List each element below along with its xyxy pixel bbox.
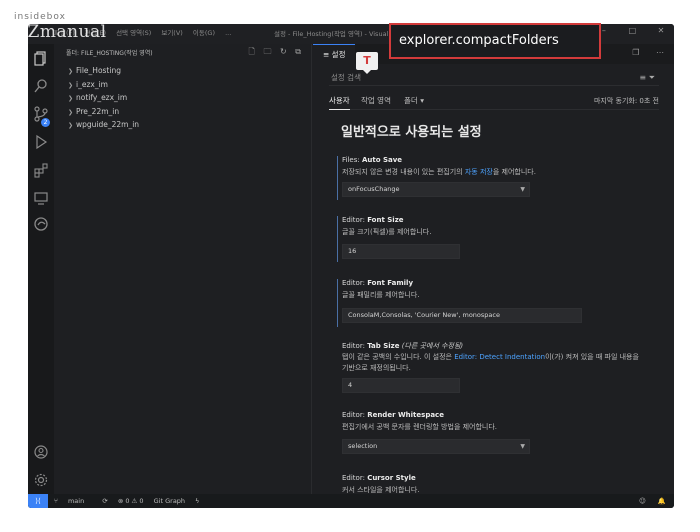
explorer-header: 폴더: FILE_HOSTING(작업 영역): [66, 50, 153, 57]
chevron-right-icon: ❯: [68, 95, 74, 102]
setting-font-family: Editor: Font Family 글꼴 패밀리를 제어합니다. Conso…: [337, 279, 657, 329]
new-folder-icon[interactable]: 🗀: [263, 47, 271, 56]
source-control-badge: 2: [41, 118, 50, 127]
chevron-right-icon: ❯: [68, 122, 74, 129]
menu-view[interactable]: 보기(V): [161, 29, 182, 37]
notifications-icon[interactable]: 🔔: [658, 497, 666, 505]
render-whitespace-select[interactable]: selection ▼: [342, 439, 530, 454]
refresh-icon[interactable]: ↻: [280, 47, 287, 56]
setting-title: Editor: Font Family: [342, 279, 414, 287]
status-left: ⑂ main ⟳ ⊗ 0 ⚠ 0 Git Graph ϟ: [54, 494, 207, 508]
tree-folder[interactable]: ❯ Pre_22m_in: [68, 105, 139, 119]
modified-elsewhere-label: (다른 곳에서 수정됨): [401, 342, 464, 350]
run-debug-icon[interactable]: [33, 134, 49, 150]
chevron-right-icon: ❯: [68, 68, 74, 75]
search-icon[interactable]: [33, 78, 49, 94]
account-icon[interactable]: [33, 444, 49, 460]
branch-status[interactable]: ⑂ main: [54, 497, 92, 505]
setting-tab-size: Editor: Tab Size (다른 곳에서 수정됨) 탭이 같은 공백의 …: [337, 341, 657, 401]
setting-auto-save: Files: Auto Save 저장되지 않은 변경 내용이 있는 편집기의 …: [337, 156, 657, 204]
settings-editor: ≡ 설정 ❐ ⋯ 설정 검색 ≡ ⏷ 사용자 작업 영역 폴더 ▾ 마지막 동기…: [313, 44, 674, 494]
explorer-icon[interactable]: [33, 50, 49, 66]
chevron-down-icon: ▾: [420, 96, 424, 105]
editor-actions: ❐ ⋯: [618, 48, 664, 57]
setting-title: Editor: Cursor Style: [342, 474, 416, 482]
tree-folder[interactable]: ❯ File_Hosting: [68, 64, 139, 78]
settings-search-input[interactable]: 설정 검색 ≡ ⏷: [329, 70, 659, 86]
filter-icon[interactable]: ⏷: [649, 73, 655, 82]
tree-folder[interactable]: ❯ notify_ezx_im: [68, 91, 139, 105]
git-graph-button[interactable]: Git Graph: [154, 497, 185, 505]
auto-save-link[interactable]: 자동 저장: [465, 168, 493, 176]
feedback-icon[interactable]: ☺: [639, 497, 646, 505]
lightning-icon[interactable]: ϟ: [195, 497, 199, 505]
tree-folder[interactable]: ❯ i_ezx_im: [68, 78, 139, 92]
menu-go[interactable]: 이동(G): [193, 29, 215, 37]
explorer-sidebar: 폴더: FILE_HOSTING(작업 영역) 🗋 🗀 ↻ ⧉ ❯ File_Ho…: [54, 44, 312, 494]
explorer-toolbar: 🗋 🗀 ↻ ⧉: [243, 46, 302, 60]
setting-font-size: Editor: Font Size 글꼴 크기(픽셀)를 제어합니다. 16: [337, 216, 657, 264]
activity-bar: 2: [28, 44, 54, 494]
close-icon[interactable]: ✕: [654, 26, 668, 35]
search-tools: ≡ ⏷: [639, 70, 655, 86]
setting-description: 저장되지 않은 변경 내용이 있는 편집기의 자동 저장을 제어합니다.: [342, 168, 536, 176]
watermark-logo: insidebox CZmanual: [14, 12, 106, 42]
setting-title: Editor: Render Whitespace: [342, 411, 444, 419]
callout-label: explorer.compactFolders: [389, 23, 601, 59]
branch-icon: ⑂: [54, 497, 60, 505]
menu-selection[interactable]: 선택 영역(S): [116, 29, 151, 37]
status-bar: ⟩⟨ ⑂ main ⟳ ⊗ 0 ⚠ 0 Git Graph ϟ ☺ 🔔: [28, 494, 674, 508]
collapse-all-icon[interactable]: ⧉: [295, 47, 301, 56]
tab-folder[interactable]: 폴더 ▾: [404, 94, 424, 110]
setting-indicator: [337, 216, 338, 262]
detect-indentation-link[interactable]: Editor: Detect Indentation: [454, 353, 545, 361]
vscode-window: 파일(F) 편집(E) 선택 영역(S) 보기(V) 이동(G) ... 설정 …: [28, 24, 674, 508]
text-input-marker: T: [356, 52, 378, 74]
tab-workspace[interactable]: 작업 영역: [361, 94, 391, 110]
tree-folder[interactable]: ❯ wpguide_22m_in: [68, 118, 139, 132]
split-editor-icon[interactable]: ❐: [632, 48, 639, 57]
maximize-icon[interactable]: □: [625, 26, 639, 35]
file-tree: ❯ File_Hosting ❯ i_ezx_im ❯ notify_ezx_im ❯…: [68, 64, 139, 132]
setting-indicator: [337, 279, 338, 327]
setting-title: Editor: Font Size: [342, 216, 404, 224]
new-file-icon[interactable]: 🗋: [249, 47, 255, 56]
watermark-top: insidebox: [14, 12, 66, 22]
setting-description: 편집기에서 공백 문자를 렌더링할 방법을 제어합니다.: [342, 423, 498, 431]
setting-description: 글꼴 패밀리를 제어합니다.: [342, 291, 420, 299]
remote-indicator-icon[interactable]: ⟩⟨: [28, 494, 48, 508]
setting-indicator: [337, 156, 338, 200]
more-actions-icon[interactable]: ⋯: [656, 48, 664, 57]
settings-scope-tabs: 사용자 작업 영역 폴더 ▾ 마지막 동기화: 0초 전: [329, 94, 659, 110]
page-title: 일반적으로 사용되는 설정: [341, 125, 482, 140]
problems-status[interactable]: ⊗ 0 ⚠ 0: [118, 497, 144, 505]
extensions-icon[interactable]: [33, 162, 49, 178]
sync-status: 마지막 동기화: 0초 전: [593, 97, 659, 105]
manage-gear-icon[interactable]: [33, 472, 49, 488]
tab-user[interactable]: 사용자: [329, 94, 350, 110]
setting-title: Editor: Tab Size (다른 곳에서 수정됨): [342, 342, 464, 350]
menu-more[interactable]: ...: [225, 29, 231, 37]
edge-icon[interactable]: [33, 216, 49, 232]
status-right: ☺ 🔔: [629, 494, 666, 508]
sync-icon[interactable]: ⟳: [102, 497, 107, 505]
settings-file-icon: ≡: [323, 50, 332, 59]
chevron-down-icon: ▼: [520, 443, 525, 450]
setting-render-whitespace: Editor: Render Whitespace 편집기에서 공백 문자를 렌…: [337, 411, 657, 461]
setting-description: 글꼴 크기(픽셀)를 제어합니다.: [342, 228, 432, 236]
setting-description: 탭이 같은 공백의 수입니다. 이 설정은 Editor: Detect Ind…: [342, 353, 639, 372]
font-size-input[interactable]: 16: [342, 244, 460, 259]
remote-explorer-icon[interactable]: [33, 190, 49, 206]
chevron-right-icon: ❯: [68, 108, 74, 116]
setting-cursor-style: Editor: Cursor Style 커서 스타일을 제어합니다.: [337, 474, 657, 494]
chevron-right-icon: ❯: [68, 81, 74, 89]
setting-title: Files: Auto Save: [342, 156, 403, 164]
font-family-input[interactable]: ConsolaM,Consolas, 'Courier New', monosp…: [342, 308, 582, 323]
chevron-down-icon: ▼: [520, 186, 525, 193]
clear-filter-icon[interactable]: ≡: [639, 73, 646, 82]
auto-save-select[interactable]: onFocusChange ▼: [342, 182, 530, 197]
watermark-brand: CZmanual: [14, 22, 107, 42]
tab-size-input[interactable]: 4: [342, 378, 460, 393]
tab-settings[interactable]: ≡ 설정: [313, 44, 356, 64]
